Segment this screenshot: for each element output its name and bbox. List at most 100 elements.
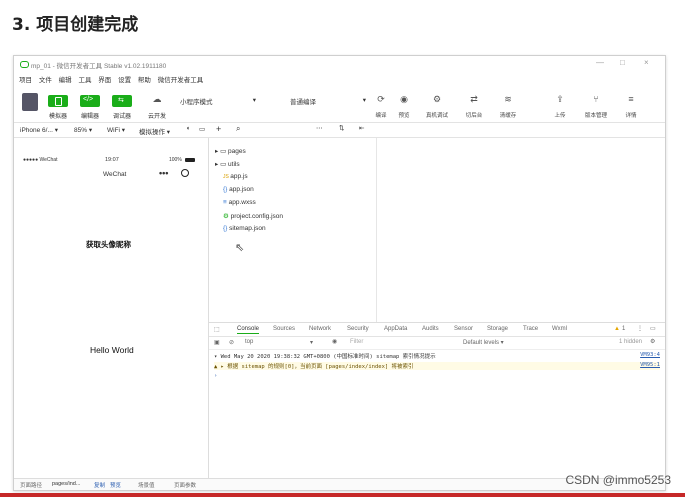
chevron-down-icon: ▾	[309, 340, 313, 346]
add-icon[interactable]: +	[216, 124, 221, 134]
nav-title: WeChat	[103, 171, 127, 178]
volume-icon[interactable]: ◖	[186, 125, 190, 132]
close-button[interactable]: ×	[644, 58, 649, 67]
log-text: ▲ ▸ 根据 sitemap 的规则[0]，当前页面 [pages/index/…	[214, 364, 414, 370]
debugger-label: 调试器	[112, 114, 131, 120]
folder-icon: ▸ ▭	[215, 148, 229, 155]
menu-item-edit[interactable]: 编辑	[59, 77, 72, 84]
eye-icon[interactable]: ◉	[392, 94, 416, 105]
tab-console[interactable]: Console	[237, 326, 260, 334]
watermark: CSDN @immo5253	[565, 473, 671, 487]
device-select[interactable]: iPhone 6/... ▾	[20, 126, 58, 134]
collapse-icon[interactable]: ⇤	[359, 124, 364, 132]
editor-toggle[interactable]: </>	[80, 95, 100, 107]
menu-item-view[interactable]: 界面	[98, 77, 111, 84]
preview-link[interactable]: 预览	[110, 481, 121, 489]
debugger-toggle[interactable]: ⇆	[112, 95, 132, 107]
compile-select[interactable]: 普通编译 ▾	[290, 96, 370, 107]
details-label: 详情	[625, 113, 637, 119]
simulator-panel: ●●●●● WeChat 19:07 100% WeChat ••• 获取头像昵…	[14, 138, 209, 490]
branch-icon[interactable]: ⑂	[584, 94, 608, 104]
battery-icon	[185, 158, 195, 162]
tree-item-project-config[interactable]: ⚙ project.config.json	[223, 212, 283, 220]
more-icon[interactable]: ⋯	[316, 124, 323, 132]
log-text: ▾ Wed May 20 2020 19:38:32 GMT+0800 (中国标…	[214, 354, 436, 360]
menu-item-help[interactable]: 帮助	[138, 77, 151, 84]
refresh-icon[interactable]: ⟳	[369, 94, 393, 105]
mode-select[interactable]: 小程序模式 ▾	[180, 96, 260, 107]
sort-icon[interactable]: ⇅	[339, 124, 344, 132]
console-prompt-icon[interactable]: ›	[214, 373, 217, 379]
maximize-button[interactable]: □	[620, 58, 625, 67]
search-icon[interactable]: ⌕	[236, 124, 240, 134]
tab-appdata[interactable]: AppData	[384, 326, 407, 332]
tree-item-utils[interactable]: ▸ ▭ utils	[215, 160, 240, 168]
gear-icon[interactable]: ⚙	[650, 338, 655, 345]
more-vertical-icon[interactable]: ⋮	[637, 325, 643, 332]
inspect-icon[interactable]: ⬚	[214, 326, 220, 333]
tab-audits[interactable]: Audits	[422, 326, 439, 332]
menu-icon[interactable]: ≡	[619, 94, 643, 104]
dock-icon[interactable]: ▭	[650, 325, 656, 332]
phone-icon	[55, 97, 62, 106]
user-avatar[interactable]	[22, 93, 38, 111]
tab-security[interactable]: Security	[347, 326, 369, 332]
scene-value[interactable]: 场景值	[138, 481, 155, 489]
tree-item-app-wxss[interactable]: ≡ app.wxss	[223, 199, 256, 206]
gear-icon[interactable]: ⚙	[425, 94, 449, 105]
sidebar-toggle-icon[interactable]: ▣	[214, 339, 220, 346]
minimize-button[interactable]: —	[596, 58, 604, 67]
tree-item-app-js[interactable]: JS app.js	[223, 173, 248, 180]
tab-sources[interactable]: Sources	[273, 326, 295, 332]
tree-item-sitemap-json[interactable]: {} sitemap.json	[223, 225, 266, 232]
switch-icon[interactable]: ⇄	[462, 94, 486, 105]
menu-item-wechat-devtools[interactable]: 微信开发者工具	[158, 77, 204, 84]
filter-input[interactable]: Filter	[350, 339, 450, 345]
menu-item-project[interactable]: 项目	[19, 77, 32, 84]
levels-select[interactable]: Default levels ▾	[463, 339, 504, 346]
layers-icon[interactable]: ≋	[496, 94, 520, 105]
menu-item-file[interactable]: 文件	[39, 77, 52, 84]
devtools-panel: ⬚ Console Sources Network Security AppDa…	[209, 322, 665, 490]
tab-sensor[interactable]: Sensor	[454, 326, 473, 332]
menu-item-settings[interactable]: 设置	[118, 77, 131, 84]
simulator-toggle[interactable]	[48, 95, 68, 107]
tab-network[interactable]: Network	[309, 326, 331, 332]
more-icon[interactable]: •••	[159, 168, 168, 178]
cloud-icon[interactable]: ☁	[145, 94, 169, 105]
compile-select-value: 普通编译	[290, 99, 316, 106]
window-icon[interactable]: ▭	[199, 125, 205, 133]
network-select[interactable]: WiFi ▾	[107, 126, 125, 134]
config-file-icon: ⚙	[223, 213, 231, 220]
menu-item-tools[interactable]: 工具	[78, 77, 91, 84]
eye-icon[interactable]: ◉	[332, 338, 337, 345]
upload-icon[interactable]: ⇪	[548, 94, 572, 105]
operate-select[interactable]: 模拟操作 ▾	[139, 126, 170, 136]
log-source-link[interactable]: VM95:1	[640, 362, 660, 368]
tree-item-app-json[interactable]: {} app.json	[223, 186, 254, 193]
zoom-select[interactable]: 85% ▾	[74, 126, 92, 134]
zoom-value: 85%	[74, 127, 88, 134]
network-value: WiFi	[107, 127, 120, 134]
console-filter-bar: ▣ ⊘ top ▾ ◉ Filter Default levels ▾ 1 hid…	[209, 337, 665, 350]
hello-text: Hello World	[90, 345, 134, 355]
window-title: mp_01 - 微信开发者工具 Stable v1.02.1911180	[31, 63, 167, 70]
context-select[interactable]: top ▾	[245, 339, 313, 346]
target-icon[interactable]	[181, 169, 189, 177]
version-label: 版本管理	[584, 113, 607, 119]
upload-label: 上传	[554, 113, 566, 119]
copy-link[interactable]: 复制	[94, 481, 105, 489]
tab-storage[interactable]: Storage	[487, 326, 508, 332]
log-source-link[interactable]: VM93:4	[640, 352, 660, 358]
tab-wxml[interactable]: Wxml	[552, 326, 567, 332]
tab-trace[interactable]: Trace	[523, 326, 538, 332]
chevron-down-icon: ▾	[252, 97, 256, 104]
page-params[interactable]: 页面参数	[174, 481, 196, 489]
page-path: pages/ind...	[52, 481, 81, 487]
tree-item-pages[interactable]: ▸ ▭ pages	[215, 147, 246, 155]
battery-text: 100%	[169, 157, 182, 163]
get-avatar-button[interactable]: 获取头像昵称	[86, 239, 131, 250]
hidden-count: 1 hidden	[619, 339, 643, 345]
clear-icon[interactable]: ⊘	[229, 339, 234, 346]
app-logo-icon	[20, 61, 29, 68]
